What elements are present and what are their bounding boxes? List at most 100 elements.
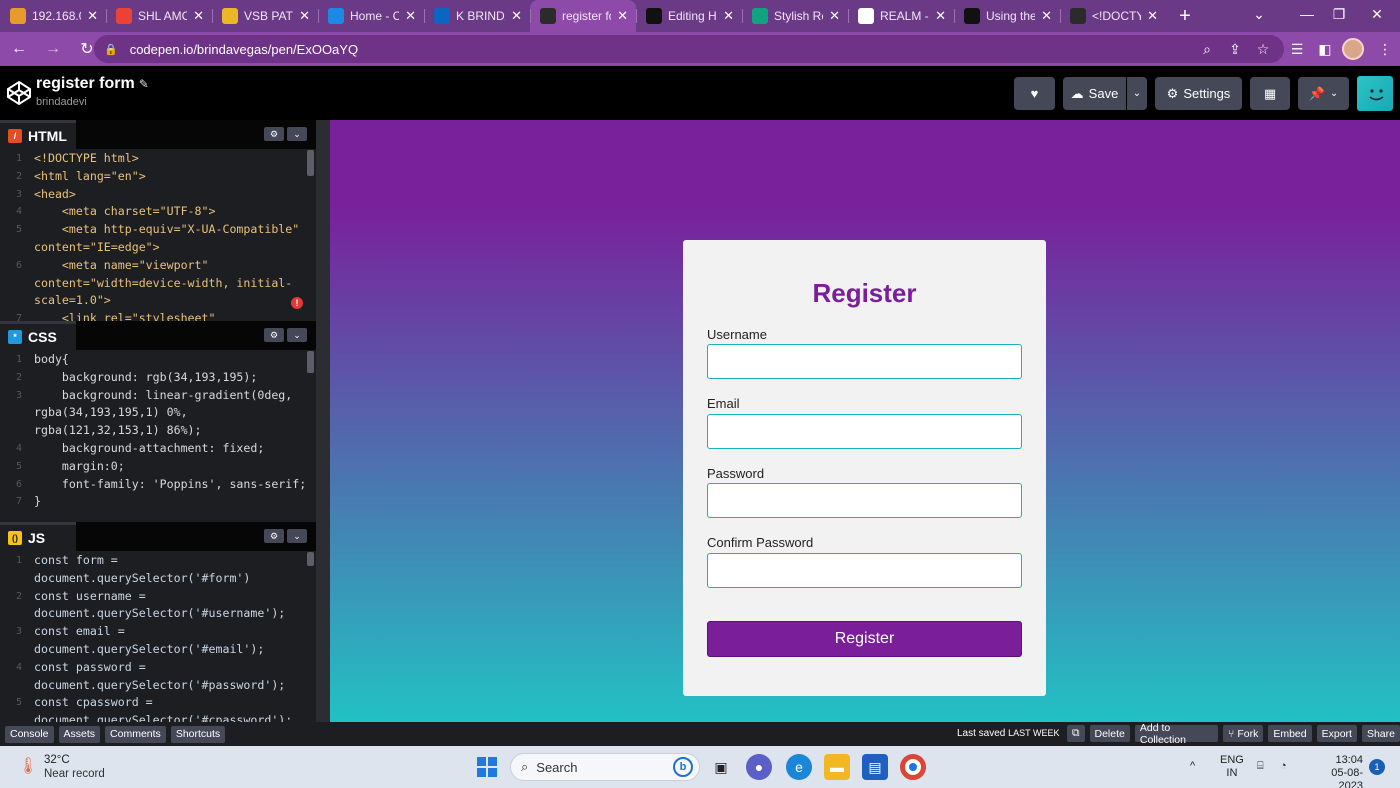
js-code-editor[interactable]: 1 const form = document.querySelector('#fo… bbox=[0, 552, 316, 722]
browser-tab[interactable]: Stylish Reg ✕ bbox=[742, 0, 848, 32]
tab-close-icon[interactable]: ✕ bbox=[723, 8, 734, 24]
chevron-down-icon[interactable]: ⌄ bbox=[287, 127, 307, 141]
register-button[interactable]: Register bbox=[707, 621, 1022, 657]
browser-tab[interactable]: Home - Ca ✕ bbox=[318, 0, 424, 32]
settings-button[interactable]: ⚙ Settings bbox=[1155, 77, 1242, 110]
html-editor-tab[interactable]: / HTML bbox=[0, 120, 76, 149]
footer-shortcuts-button[interactable]: Shortcuts bbox=[170, 725, 226, 743]
tab-close-icon[interactable]: ✕ bbox=[617, 8, 628, 24]
edge-icon[interactable]: e bbox=[786, 754, 812, 780]
task-view-icon[interactable]: ▣ bbox=[708, 754, 734, 780]
weather-description[interactable]: Near record bbox=[44, 768, 105, 780]
js-editor-tab[interactable]: () JS bbox=[0, 522, 76, 551]
css-scrollbar[interactable] bbox=[307, 351, 314, 373]
footer-comments-button[interactable]: Comments bbox=[105, 725, 166, 743]
code-line: document.querySelector('#email'); bbox=[0, 641, 316, 659]
browser-tab[interactable]: register fo ✕ bbox=[530, 0, 636, 32]
code-line: content="width=device-width, initial- bbox=[0, 275, 316, 293]
sidebar-icon[interactable]: ◧ bbox=[1310, 34, 1340, 64]
tab-close-icon[interactable]: ✕ bbox=[193, 8, 204, 24]
pen-title[interactable]: register form ✎ bbox=[36, 75, 149, 93]
html-scrollbar[interactable] bbox=[307, 150, 314, 176]
footer-delete-button[interactable]: Delete bbox=[1089, 725, 1130, 742]
user-avatar[interactable] bbox=[1357, 76, 1393, 111]
language-indicator[interactable]: ENG IN bbox=[1220, 754, 1244, 780]
editor-settings-icon[interactable]: ⚙ bbox=[264, 328, 284, 342]
tab-close-icon[interactable]: ✕ bbox=[87, 8, 98, 24]
clock[interactable]: 13:04 05-08-2023 bbox=[1307, 754, 1363, 788]
browser-tab[interactable]: SHL AMCA ✕ bbox=[106, 0, 212, 32]
css-editor-tab[interactable]: * CSS bbox=[0, 321, 76, 350]
resize-gutter[interactable] bbox=[316, 120, 330, 722]
back-icon[interactable]: ← bbox=[4, 34, 34, 64]
share-icon[interactable]: ⇪ bbox=[1222, 35, 1248, 63]
js-scrollbar[interactable] bbox=[307, 552, 314, 566]
footer-assets-button[interactable]: Assets bbox=[58, 725, 101, 743]
save-options-button[interactable]: ⌄ bbox=[1127, 77, 1147, 110]
pen-author[interactable]: brindadevi bbox=[36, 96, 87, 108]
html-code-editor[interactable]: 1 <!DOCTYPE html> 2 <html lang="en"> 3 <head>… bbox=[0, 150, 316, 321]
address-bar[interactable]: 🔒 codepen.io/brindavegas/pen/ExOOaYQ ⌕ ⇪… bbox=[94, 35, 1284, 63]
confirm-password-input[interactable] bbox=[707, 553, 1022, 588]
start-icon[interactable] bbox=[474, 754, 500, 780]
volume-icon[interactable]: ◔ bbox=[1280, 760, 1287, 773]
editor-settings-icon[interactable]: ⚙ bbox=[264, 529, 284, 543]
chrome-icon[interactable] bbox=[900, 754, 926, 780]
media-controls-icon[interactable]: ☰ bbox=[1282, 34, 1312, 64]
file-explorer-icon[interactable]: ▬ bbox=[824, 754, 850, 780]
chat-icon[interactable]: ● bbox=[746, 754, 772, 780]
tab-close-icon[interactable]: ✕ bbox=[511, 8, 522, 24]
tab-search-icon[interactable]: ⌄ bbox=[1236, 0, 1282, 28]
forward-icon[interactable]: → bbox=[38, 34, 68, 64]
taskbar-search[interactable]: ⌕ Search b bbox=[510, 753, 700, 781]
notification-badge[interactable]: 1 bbox=[1369, 759, 1385, 775]
tray-chevron-icon[interactable]: ^ bbox=[1190, 760, 1195, 773]
new-tab-button[interactable]: + bbox=[1170, 0, 1200, 32]
browser-tab[interactable]: Using the ✕ bbox=[954, 0, 1060, 32]
tab-close-icon[interactable]: ✕ bbox=[1147, 8, 1158, 24]
tab-close-icon[interactable]: ✕ bbox=[829, 8, 840, 24]
browser-menu-icon[interactable]: ⋮ bbox=[1370, 34, 1400, 64]
store-icon[interactable]: ▤ bbox=[862, 754, 888, 780]
browser-tab[interactable]: VSB PAT ✕ bbox=[212, 0, 318, 32]
close-window-icon[interactable]: ✕ bbox=[1354, 0, 1400, 28]
browser-tab[interactable]: 192.168.0. ✕ bbox=[0, 0, 106, 32]
footer-share-button[interactable]: Share bbox=[1361, 725, 1400, 742]
bookmark-star-icon[interactable]: ☆ bbox=[1250, 35, 1276, 63]
error-icon[interactable]: ! bbox=[291, 297, 303, 309]
browser-tab[interactable]: K BRINDA ✕ bbox=[424, 0, 530, 32]
browser-tab[interactable]: REALM - G ✕ bbox=[848, 0, 954, 32]
footer-console-button[interactable]: Console bbox=[5, 725, 54, 743]
username-input[interactable] bbox=[707, 344, 1022, 379]
tab-close-icon[interactable]: ✕ bbox=[299, 8, 310, 24]
footer-embed-button[interactable]: Embed bbox=[1268, 725, 1312, 742]
footer-left-buttons: Console Assets Comments Shortcuts bbox=[0, 725, 226, 743]
pencil-icon[interactable]: ✎ bbox=[139, 77, 149, 91]
footer-export-button[interactable]: Export bbox=[1316, 725, 1357, 742]
weather-temperature[interactable]: 32°C bbox=[44, 754, 70, 766]
browser-tab[interactable]: Editing HC ✕ bbox=[636, 0, 742, 32]
profile-avatar[interactable] bbox=[1342, 38, 1364, 60]
love-button[interactable]: ♥ bbox=[1014, 77, 1055, 110]
open-external-button[interactable]: ⧉ bbox=[1067, 725, 1085, 742]
chevron-down-icon[interactable]: ⌄ bbox=[287, 328, 307, 342]
chevron-down-icon[interactable]: ⌄ bbox=[287, 529, 307, 543]
zoom-icon[interactable]: ⌕ bbox=[1194, 35, 1220, 63]
css-code-editor[interactable]: 1 body{2 background: rgb(34,193,195); 3 ba… bbox=[0, 351, 316, 521]
codepen-logo-icon[interactable] bbox=[6, 80, 32, 106]
css-icon: * bbox=[8, 330, 22, 344]
footer-fork-button[interactable]: ⑂ Fork bbox=[1223, 725, 1264, 742]
layout-button[interactable]: ▦ bbox=[1250, 77, 1290, 110]
network-icon[interactable]: ⌸ bbox=[1257, 760, 1264, 773]
browser-tab[interactable]: <!DOCTYP ✕ bbox=[1060, 0, 1166, 32]
password-input[interactable] bbox=[707, 483, 1022, 518]
tab-close-icon[interactable]: ✕ bbox=[935, 8, 946, 24]
lock-icon[interactable]: 🔒 bbox=[104, 43, 118, 56]
tab-close-icon[interactable]: ✕ bbox=[405, 8, 416, 24]
editor-settings-icon[interactable]: ⚙ bbox=[264, 127, 284, 141]
footer-add-to-collection-button[interactable]: Add to Collection bbox=[1134, 722, 1219, 746]
email-input[interactable] bbox=[707, 414, 1022, 449]
tab-close-icon[interactable]: ✕ bbox=[1041, 8, 1052, 24]
pin-button[interactable]: 📌 ⌄ bbox=[1298, 77, 1349, 110]
save-button[interactable]: ☁ Save bbox=[1063, 77, 1126, 110]
